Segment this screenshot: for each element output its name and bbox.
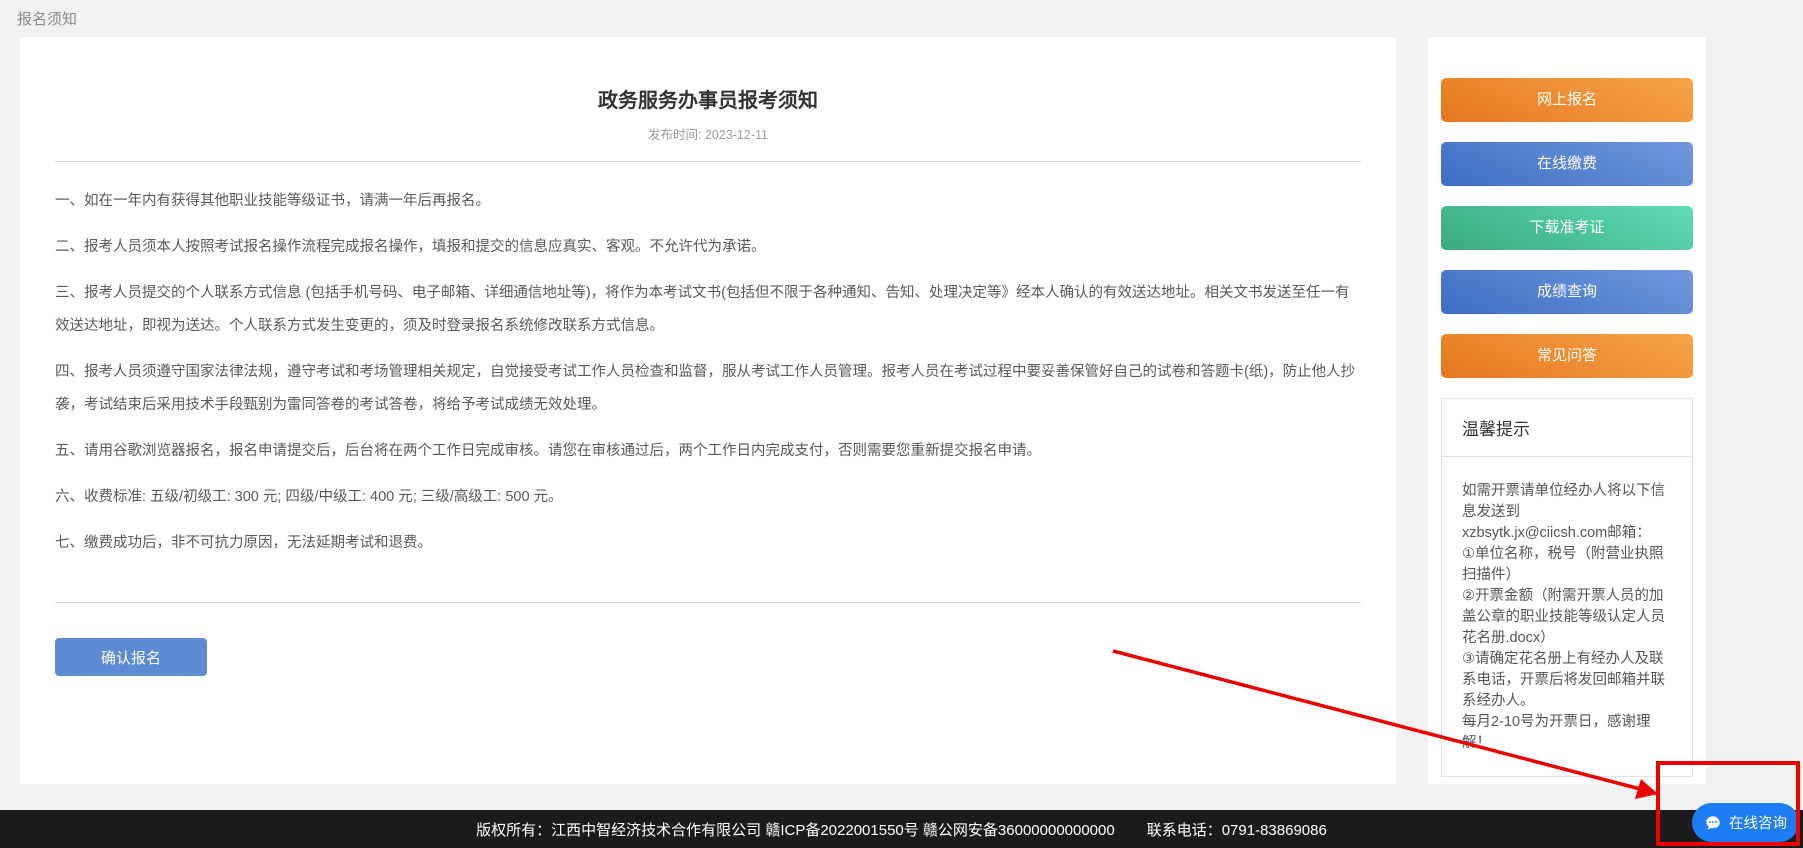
notice-item-7: 七、缴费成功后，非不可抗力原因，无法延期考试和退费。 xyxy=(55,527,1361,560)
notice-card: 政务服务办事员报考须知 发布时间: 2023-12-11 一、如在一年内有获得其… xyxy=(20,37,1396,784)
tips-line-1: 如需开票请单位经办人将以下信息发送到 xyxy=(1462,481,1672,523)
page-title-breadcrumb: 报名须知 xyxy=(17,8,77,29)
notice-item-6: 六、收费标准: 五级/初级工: 300 元; 四级/中级工: 400 元; 三级… xyxy=(55,481,1361,514)
notice-item-4: 四、报考人员须遵守国家法律法规，遵守考试和考场管理相关规定，自觉接受考试工作人员… xyxy=(55,356,1361,422)
chat-bubble-icon xyxy=(1704,814,1722,832)
tips-line-6: 每月2-10号为开票日，感谢理解！ xyxy=(1462,712,1672,754)
notice-item-2: 二、报考人员须本人按照考试报名操作流程完成报名操作，填报和提交的信息应真实、客观… xyxy=(55,231,1361,264)
online-consultation-label: 在线咨询 xyxy=(1729,812,1787,833)
footer-copyright: 版权所有：江西中智经济技术合作有限公司 赣ICP备2022001550号 赣公网… xyxy=(476,819,1115,840)
publish-date: 发布时间: 2023-12-11 xyxy=(20,124,1396,143)
tips-box: 温馨提示 如需开票请单位经办人将以下信息发送到 xzbsytk.jx@ciics… xyxy=(1441,398,1693,777)
notice-title: 政务服务办事员报考须知 xyxy=(20,84,1396,113)
footer-phone: 联系电话：0791-83869086 xyxy=(1147,819,1327,840)
sidebar-button-online-registration[interactable]: 网上报名 xyxy=(1441,78,1693,122)
notice-body: 一、如在一年内有获得其他职业技能等级证书，请满一年后再报名。 二、报考人员须本人… xyxy=(55,185,1361,560)
sidebar: 网上报名 在线缴费 下载准考证 成绩查询 常见问答 温馨提示 如需开票请单位经办… xyxy=(1428,37,1706,784)
notice-item-3: 三、报考人员提交的个人联系方式信息 (包括手机号码、电子邮箱、详细通信地址等)，… xyxy=(55,277,1361,343)
divider-bottom xyxy=(55,602,1361,603)
divider-top xyxy=(55,161,1361,162)
sidebar-button-faq[interactable]: 常见问答 xyxy=(1441,334,1693,378)
online-consultation-button[interactable]: 在线咨询 xyxy=(1692,803,1799,842)
sidebar-button-download-admission-ticket[interactable]: 下载准考证 xyxy=(1441,206,1693,250)
sidebar-button-score-query[interactable]: 成绩查询 xyxy=(1441,270,1693,314)
tips-line-2: xzbsytk.jx@ciicsh.com邮箱： xyxy=(1462,523,1672,544)
tips-line-5: ③请确定花名册上有经办人及联系电话，开票后将发回邮箱并联系经办人。 xyxy=(1462,649,1672,712)
tips-title: 温馨提示 xyxy=(1442,399,1692,457)
tips-body: 如需开票请单位经办人将以下信息发送到 xzbsytk.jx@ciicsh.com… xyxy=(1442,457,1692,776)
tips-line-3: ①单位名称，税号（附营业执照扫描件） xyxy=(1462,544,1672,586)
footer-bar: 版权所有：江西中智经济技术合作有限公司 赣ICP备2022001550号 赣公网… xyxy=(0,810,1803,848)
notice-item-5: 五、请用谷歌浏览器报名，报名申请提交后，后台将在两个工作日完成审核。请您在审核通… xyxy=(55,435,1361,468)
confirm-registration-button[interactable]: 确认报名 xyxy=(55,638,207,676)
notice-item-1: 一、如在一年内有获得其他职业技能等级证书，请满一年后再报名。 xyxy=(55,185,1361,218)
sidebar-button-online-payment[interactable]: 在线缴费 xyxy=(1441,142,1693,186)
tips-line-4: ②开票金额（附需开票人员的加盖公章的职业技能等级认定人员花名册.docx） xyxy=(1462,586,1672,649)
